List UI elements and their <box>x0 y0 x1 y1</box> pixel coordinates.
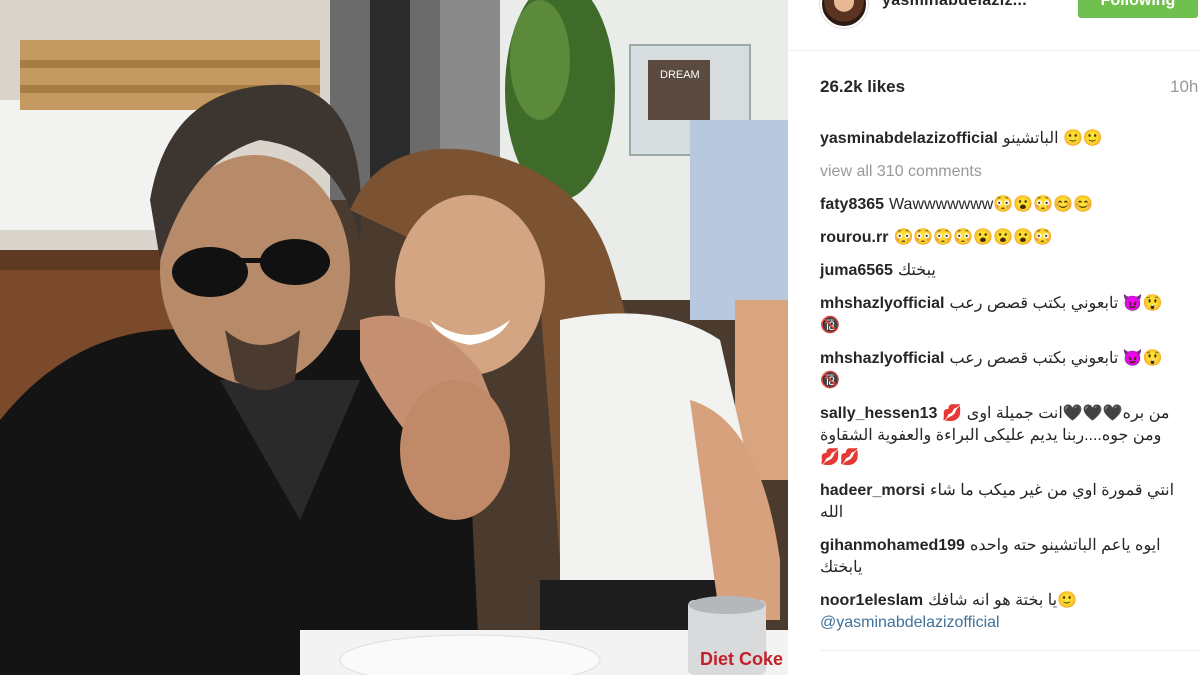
caption-text: الباتشينو 🙂🙂 <box>1002 130 1103 147</box>
comment-item: hadeer_morsi انتي قمورة اوي من غير ميكب م… <box>820 480 1180 524</box>
comment-username[interactable]: juma6565 <box>820 262 893 279</box>
following-button[interactable]: Following <box>1078 0 1198 18</box>
comment-text: يا بختة هو انه شافك🙂 <box>928 592 1077 609</box>
comment-item: mhshazlyofficial تابعوني بكتب قصص رعب 😈😲🔞 <box>820 293 1180 337</box>
comment-mention-link[interactable]: @yasminabdelazizofficial <box>820 614 1000 631</box>
comment-item: rourou.rr 😳😳😳😳😮😮😮😳 <box>820 227 1180 249</box>
comment-text: Wawwwwwww😳😮😳😊😊 <box>889 196 1093 213</box>
post-stats: 26.2k likes 10h <box>820 77 1200 99</box>
comment-item: mhshazlyofficial تابعوني بكتب قصص رعب 😈😲🔞 <box>820 348 1180 392</box>
view-all-comments-link[interactable]: view all 310 comments <box>820 161 1180 183</box>
comment-item: noor1eleslam يا بختة هو انه شافك🙂 @yasmin… <box>820 590 1180 634</box>
caption-username[interactable]: yasminabdelazizofficial <box>820 130 998 147</box>
post-time[interactable]: 10h <box>1170 77 1198 97</box>
comment-username[interactable]: hadeer_morsi <box>820 482 925 499</box>
comment-username[interactable]: mhshazlyofficial <box>820 295 944 312</box>
comment-username[interactable]: mhshazlyofficial <box>820 350 944 367</box>
header-username[interactable]: yasminabdelaziz... <box>882 0 1027 10</box>
post-photo[interactable]: DREAM Diet Coke <box>0 0 788 675</box>
caption: yasminabdelazizofficial الباتشينو 🙂🙂 <box>820 128 1180 150</box>
comment-username[interactable]: sally_hessen13 <box>820 405 937 422</box>
comment-list: yasminabdelazizofficial الباتشينو 🙂🙂 view… <box>820 128 1180 645</box>
comment-username[interactable]: noor1eleslam <box>820 592 923 609</box>
post-sidebar: yasminabdelaziz... Following 26.2k likes… <box>788 0 1200 675</box>
comment-item: gihanmohamed199 ايوه ياعم الباتشينو حته و… <box>820 535 1180 579</box>
comment-item: sally_hessen13 من بره🖤🖤🖤انت جميلة اوى 💋وم… <box>820 403 1180 469</box>
sign-text: DREAM <box>660 69 700 81</box>
comment-item: juma6565 يبختك <box>820 260 1180 282</box>
comment-username[interactable]: faty8365 <box>820 196 884 213</box>
comment-username[interactable]: gihanmohamed199 <box>820 537 965 554</box>
likes-count[interactable]: 26.2k likes <box>820 77 905 97</box>
can-label: Diet Coke <box>700 649 783 669</box>
comment-item: faty8365 Wawwwwwww😳😮😳😊😊 <box>820 194 1180 216</box>
avatar[interactable] <box>820 0 868 28</box>
post-header: yasminabdelaziz... Following <box>788 0 1200 51</box>
comment-text: يبختك <box>897 262 936 279</box>
divider <box>820 650 1200 651</box>
comment-text: 😳😳😳😳😮😮😮😳 <box>893 229 1053 246</box>
comment-username[interactable]: rourou.rr <box>820 229 888 246</box>
